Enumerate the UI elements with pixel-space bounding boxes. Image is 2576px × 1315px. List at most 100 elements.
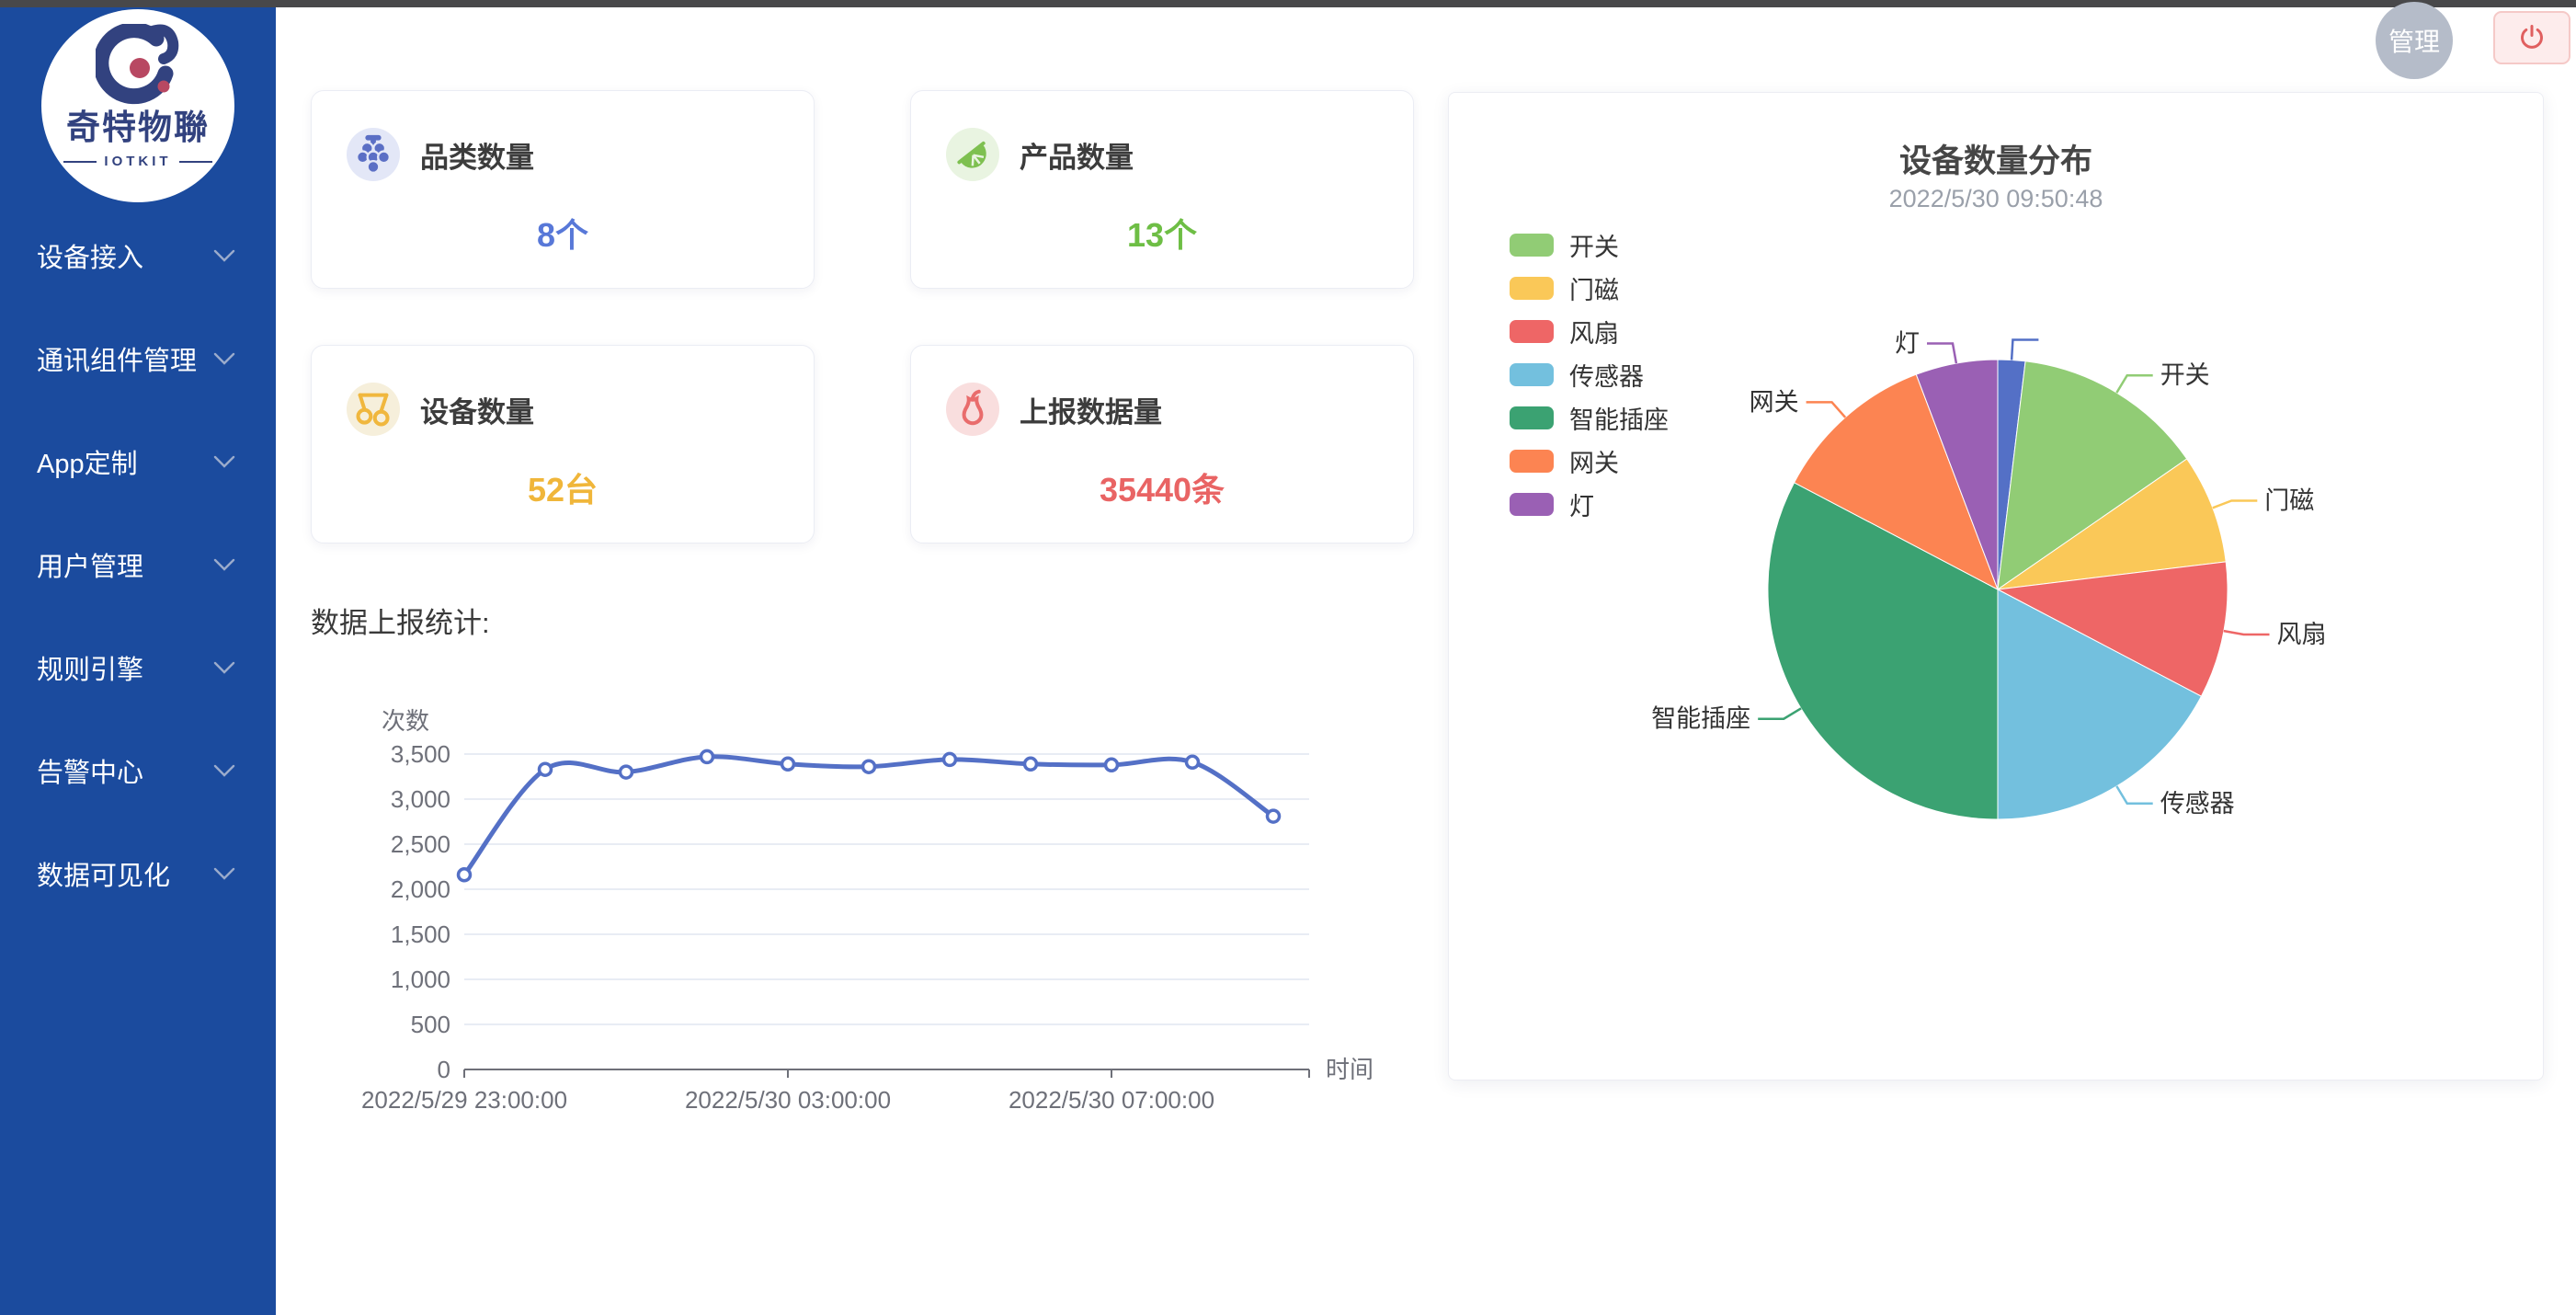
svg-text:3,000: 3,000 <box>391 785 450 813</box>
card-value: 35440条 <box>911 463 1413 511</box>
line-data-point <box>459 869 471 881</box>
sidebar-item[interactable]: 数据可见化 <box>0 822 276 925</box>
sidebar-item[interactable]: 规则引擎 <box>0 616 276 719</box>
line-data-point <box>1187 756 1199 768</box>
legend-swatch <box>1510 320 1554 343</box>
logo-title: 奇特物聯 <box>66 110 210 144</box>
logo-subtitle: IOTKIT <box>63 154 211 169</box>
sidebar-item[interactable]: 用户管理 <box>0 513 276 616</box>
stat-card-reported-data: 上报数据量 35440条 <box>910 345 1414 543</box>
line-data-point <box>1268 810 1280 822</box>
stat-card-categories: 品类数量 8个 <box>311 90 815 289</box>
legend-item[interactable]: 灯 <box>1510 483 1669 526</box>
report-line-chart: 0 500 1,000 1,500 2,000 2,500 3,000 3,500 次数 2022… <box>326 694 1434 1154</box>
sidebar-menu: 设备接入通讯组件管理 App定制用户管理规则引擎告警中心数据可见化 <box>0 204 276 925</box>
pie-slice-label: 门磁 <box>2264 487 2314 515</box>
svg-text:2,500: 2,500 <box>391 830 450 858</box>
sidebar-item-label: 设备接入 <box>37 236 143 275</box>
sidebar: 奇特物聯 IOTKIT 设备接入通讯组件管理 App定制用户管理规则引擎告警中心数… <box>0 0 276 1315</box>
svg-text:1,000: 1,000 <box>391 966 450 993</box>
pie-slice-label: 风扇 <box>2277 621 2327 648</box>
card-title: 品类数量 <box>420 134 534 176</box>
sidebar-item[interactable]: 通讯组件管理 <box>0 307 276 410</box>
card-head: 产品数量 <box>946 128 1134 181</box>
legend-label: 智能插座 <box>1569 400 1669 436</box>
legend-swatch <box>1510 406 1554 429</box>
pie-slice-label: 传感器 <box>2160 790 2235 818</box>
svg-text:1,500: 1,500 <box>391 920 450 948</box>
sidebar-item[interactable]: App定制 <box>0 410 276 513</box>
legend-swatch <box>1510 363 1554 386</box>
chevron-down-icon <box>213 867 235 881</box>
legend-item[interactable]: 传感器 <box>1510 353 1669 396</box>
line-data-point <box>1106 759 1118 771</box>
line-data-point <box>863 760 875 772</box>
svg-text:2022/5/30 07:00:00: 2022/5/30 07:00:00 <box>1009 1086 1214 1114</box>
legend-label: 网关 <box>1569 443 1619 479</box>
app-logo: 奇特物聯 IOTKIT <box>41 9 234 202</box>
chevron-down-icon <box>213 661 235 675</box>
device-distribution-panel: 设备数量分布 2022/5/30 09:50:48 开关门磁风扇传感器智能插座网… <box>1448 92 2544 1081</box>
svg-text:2,000: 2,000 <box>391 875 450 903</box>
cherry-icon <box>347 383 400 436</box>
legend-swatch <box>1510 493 1554 516</box>
line-data-point <box>540 763 552 775</box>
lime-icon <box>946 128 999 181</box>
sidebar-item-label: 数据可见化 <box>37 854 170 893</box>
card-title: 设备数量 <box>420 389 534 430</box>
line-data-point <box>701 750 713 762</box>
svg-text:次数: 次数 <box>382 707 429 735</box>
card-value: 52台 <box>312 463 814 511</box>
card-title: 上报数据量 <box>1020 389 1162 430</box>
legend-label: 风扇 <box>1569 314 1619 349</box>
svg-text:2022/5/30 03:00:00: 2022/5/30 03:00:00 <box>685 1086 891 1114</box>
svg-text:0: 0 <box>438 1056 450 1083</box>
sidebar-item-label: 规则引擎 <box>37 648 143 687</box>
sidebar-item-label: App定制 <box>37 442 138 481</box>
legend-item[interactable]: 智能插座 <box>1510 396 1669 440</box>
svg-text:3,500: 3,500 <box>391 740 450 768</box>
legend-label: 灯 <box>1569 486 1594 522</box>
pie-slice-label: 智能插座 <box>1651 705 1750 733</box>
legend-item[interactable]: 门磁 <box>1510 267 1669 310</box>
card-head: 设备数量 <box>347 383 534 436</box>
legend-swatch <box>1510 450 1554 473</box>
legend-item[interactable]: 风扇 <box>1510 310 1669 353</box>
card-value: 13个 <box>911 209 1413 257</box>
line-data-point <box>782 758 794 770</box>
legend-swatch <box>1510 277 1554 300</box>
logo-rabbit-icon <box>96 24 180 109</box>
legend-item[interactable]: 网关 <box>1510 440 1669 483</box>
svg-text:500: 500 <box>411 1011 450 1038</box>
card-value: 8个 <box>312 209 814 257</box>
line-data-point <box>621 766 633 778</box>
sidebar-item[interactable]: 设备接入 <box>0 204 276 307</box>
legend-item[interactable]: 开关 <box>1510 223 1669 267</box>
logout-button[interactable] <box>2493 11 2570 64</box>
card-head: 品类数量 <box>347 128 534 181</box>
top-strip <box>0 0 2576 7</box>
power-icon <box>2517 23 2547 52</box>
legend-label: 传感器 <box>1569 357 1644 393</box>
avatar[interactable]: 管理 <box>2376 2 2453 79</box>
dashboard-page: 奇特物聯 IOTKIT 设备接入通讯组件管理App定制用户管理规则引擎告警中心数… <box>0 0 2576 1315</box>
pie-legend: 开关门磁风扇传感器智能插座网关灯 <box>1510 223 1669 526</box>
chevron-down-icon <box>213 558 235 572</box>
stat-card-devices: 设备数量 52台 <box>311 345 815 543</box>
svg-text:时间: 时间 <box>1326 1056 1373 1083</box>
chevron-down-icon <box>213 455 235 469</box>
legend-label: 开关 <box>1569 227 1619 263</box>
card-head: 上报数据量 <box>946 383 1162 436</box>
pie-slice-label: 灯 <box>1895 330 1920 358</box>
chevron-down-icon <box>213 764 235 778</box>
line-chart-section-title: 数据上报统计: <box>311 600 490 641</box>
legend-swatch <box>1510 234 1554 257</box>
logo-rule-right <box>179 161 212 163</box>
line-data-point <box>944 753 956 765</box>
pie-slice-label: 网关 <box>1750 388 1799 416</box>
sidebar-item[interactable]: 告警中心 <box>0 719 276 822</box>
card-title: 产品数量 <box>1020 134 1134 176</box>
avatar-label: 管理 <box>2388 22 2440 59</box>
legend-label: 门磁 <box>1569 270 1619 306</box>
line-data-point <box>1025 758 1037 770</box>
